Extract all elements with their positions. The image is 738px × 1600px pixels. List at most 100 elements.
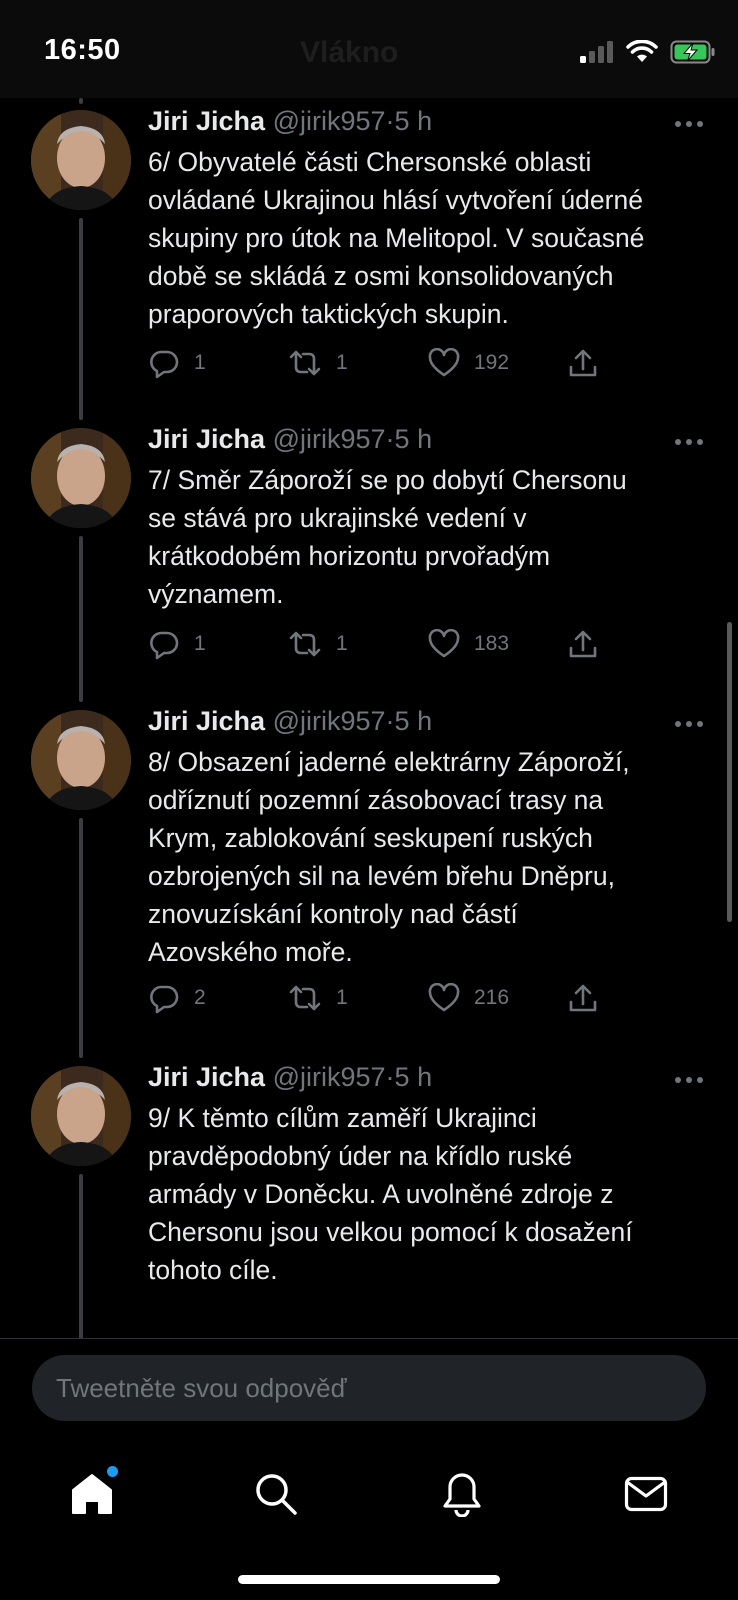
author-name[interactable]: Jiri Jicha (148, 1062, 265, 1092)
avatar-photo (31, 710, 131, 810)
tweet[interactable]: Jiri Jicha @jirik957·5 h 9/ K těmto cílů… (0, 1058, 738, 1338)
tweet-actions: 1 1 183 (148, 624, 648, 664)
retweet-button[interactable]: 1 (288, 343, 348, 383)
heart-icon (428, 983, 460, 1012)
tweet-time[interactable]: 5 h (395, 106, 433, 136)
avatar[interactable] (31, 110, 131, 210)
tweet-text: 9/ K těmto cílům zaměří Ukrajinci pravdě… (148, 1103, 633, 1285)
mail-icon (624, 1476, 668, 1512)
tweet-time[interactable]: 5 h (395, 706, 433, 736)
reply-button[interactable]: 1 (148, 343, 206, 383)
thread-line (79, 98, 83, 104)
reply-bar (0, 1338, 738, 1425)
signal-icon (580, 41, 613, 63)
retweet-button[interactable]: 1 (288, 978, 348, 1018)
tweet-text: 6/ Obyvatelé části Chersonské oblasti ov… (148, 147, 645, 329)
tweet-actions: 1 1 192 (148, 343, 648, 383)
home-icon (72, 1474, 112, 1514)
retweet-count: 1 (336, 986, 348, 1009)
heart-icon (428, 629, 460, 658)
like-count: 216 (474, 986, 510, 1009)
thread-line (79, 1174, 83, 1338)
tweet-actions: 2 1 216 (148, 978, 648, 1018)
like-button[interactable]: 183 (428, 624, 509, 664)
tweet-time[interactable]: 5 h (395, 1062, 433, 1092)
bottom-tab-bar (0, 1424, 738, 1600)
like-button[interactable]: 216 (428, 978, 509, 1018)
share-icon (569, 630, 597, 658)
share-button[interactable] (568, 978, 598, 1018)
tweet-header: Jiri Jicha @jirik957·5 h (148, 424, 432, 455)
retweet-count: 1 (336, 632, 348, 655)
reply-button[interactable]: 1 (148, 624, 206, 664)
tweet-time[interactable]: 5 h (395, 424, 433, 454)
notification-dot (107, 1466, 118, 1477)
thread-line (79, 536, 83, 702)
reply-button[interactable]: 2 (148, 978, 206, 1018)
author-name[interactable]: Jiri Jicha (148, 706, 265, 736)
avatar-photo (31, 110, 131, 210)
retweet-icon (289, 350, 321, 376)
avatar[interactable] (31, 710, 131, 810)
author-handle[interactable]: @jirik957 (273, 1062, 386, 1092)
tweet-header: Jiri Jicha @jirik957·5 h (148, 106, 432, 137)
like-button[interactable]: 192 (428, 343, 509, 383)
avatar[interactable] (31, 428, 131, 528)
share-button[interactable] (568, 624, 598, 664)
separator: · (385, 424, 395, 454)
tweet[interactable]: Jiri Jicha @jirik957·5 h 6/ Obyvatelé čá… (0, 98, 738, 420)
reply-icon (150, 985, 179, 1014)
battery-charging-icon (670, 40, 715, 64)
thread-feed[interactable]: Jiri Jicha @jirik957·5 h 6/ Obyvatelé čá… (0, 98, 738, 1338)
author-handle[interactable]: @jirik957 (273, 706, 386, 736)
tweet-text: 8/ Obsazení jaderné elektrárny Záporoží,… (148, 747, 630, 967)
like-count: 192 (474, 351, 510, 374)
more-icon[interactable] (674, 437, 704, 447)
status-bar: Vlákno 16:50 (0, 0, 738, 98)
status-time: 16:50 (44, 34, 121, 66)
reply-icon (150, 350, 179, 379)
heart-icon (428, 348, 460, 377)
tab-messages[interactable] (616, 1464, 676, 1524)
wifi-icon (626, 40, 658, 62)
thread-line (79, 818, 83, 1058)
more-icon[interactable] (674, 119, 704, 129)
retweet-icon (289, 985, 321, 1011)
header-title: Vlákno (300, 36, 399, 69)
more-icon[interactable] (674, 1075, 704, 1085)
retweet-button[interactable]: 1 (288, 624, 348, 664)
author-handle[interactable]: @jirik957 (273, 424, 386, 454)
retweet-icon (289, 631, 321, 657)
search-icon (256, 1474, 297, 1515)
reply-count: 2 (194, 986, 206, 1009)
thread-line (79, 218, 83, 420)
more-icon[interactable] (674, 719, 704, 729)
avatar-photo (31, 1066, 131, 1166)
share-button[interactable] (568, 343, 598, 383)
author-name[interactable]: Jiri Jicha (148, 106, 265, 136)
tweet[interactable]: Jiri Jicha @jirik957·5 h 7/ Směr Záporož… (0, 420, 738, 702)
retweet-count: 1 (336, 351, 348, 374)
tab-search[interactable] (246, 1464, 306, 1524)
tweet-header: Jiri Jicha @jirik957·5 h (148, 1062, 432, 1093)
status-icons (580, 40, 716, 64)
author-handle[interactable]: @jirik957 (273, 106, 386, 136)
tab-home[interactable] (62, 1464, 122, 1524)
author-name[interactable]: Jiri Jicha (148, 424, 265, 454)
scrollbar[interactable] (727, 622, 732, 922)
reply-icon (150, 631, 179, 660)
separator: · (385, 706, 395, 736)
reply-input[interactable] (32, 1355, 706, 1421)
avatar-photo (31, 428, 131, 528)
tweet[interactable]: Jiri Jicha @jirik957·5 h 8/ Obsazení jad… (0, 702, 738, 1058)
share-icon (569, 984, 597, 1012)
tab-notifications[interactable] (432, 1464, 492, 1524)
share-icon (569, 349, 597, 377)
avatar[interactable] (31, 1066, 131, 1166)
separator: · (385, 1062, 395, 1092)
reply-count: 1 (194, 351, 206, 374)
separator: · (385, 106, 395, 136)
tweet-header: Jiri Jicha @jirik957·5 h (148, 706, 432, 737)
home-indicator[interactable] (238, 1575, 500, 1584)
tweet-text: 7/ Směr Záporoží se po dobytí Chersonu s… (148, 465, 627, 609)
